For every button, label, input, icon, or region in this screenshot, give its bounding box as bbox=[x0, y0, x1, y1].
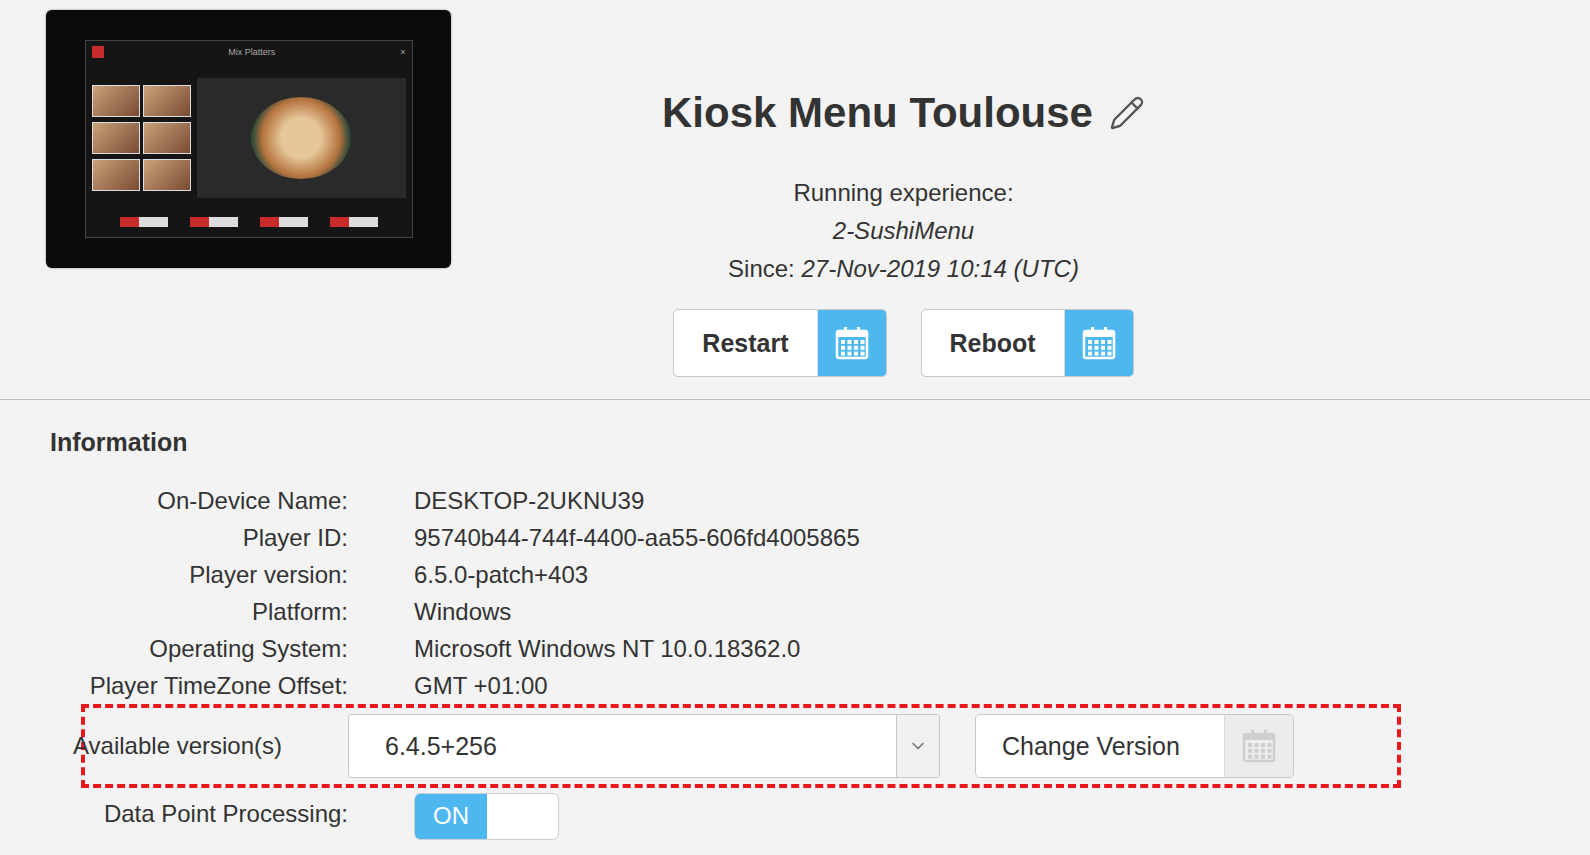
info-label: Operating System: bbox=[50, 635, 348, 663]
info-row: Platform: Windows bbox=[50, 593, 1590, 630]
action-button-label[interactable]: Restart bbox=[674, 310, 816, 376]
change-version-label[interactable]: Change Version bbox=[976, 715, 1224, 777]
preview-platter bbox=[197, 78, 406, 198]
info-label: On-Device Name: bbox=[50, 487, 348, 515]
preview-button bbox=[260, 217, 308, 227]
info-value: GMT +01:00 bbox=[414, 672, 1590, 700]
calendar-icon bbox=[1242, 729, 1276, 763]
player-page: Mix Platters × Kiosk Menu Toulouse Running … bbox=[0, 0, 1590, 855]
info-rows: On-Device Name: DESKTOP-2UKNU39 Player ID:… bbox=[50, 482, 1590, 840]
action-buttons: Restart Reboot bbox=[673, 309, 1133, 377]
info-row: Player version: 6.5.0-patch+403 bbox=[50, 556, 1590, 593]
info-label: Player TimeZone Offset: bbox=[50, 672, 348, 700]
preview-logo bbox=[92, 46, 104, 58]
preview-body bbox=[92, 63, 406, 213]
preview-tile bbox=[143, 122, 191, 154]
preview-tile bbox=[92, 122, 140, 154]
data-point-toggle[interactable]: ON bbox=[414, 793, 559, 840]
preview-close: × bbox=[400, 47, 405, 57]
platter-image bbox=[251, 97, 351, 179]
preview-button bbox=[190, 217, 238, 227]
version-selected: 6.4.5+256 bbox=[349, 732, 896, 761]
version-label: Available version(s) bbox=[85, 732, 282, 760]
player-summary: Kiosk Menu Toulouse Running experience:2-… bbox=[451, 10, 1590, 377]
dropdown-caret[interactable] bbox=[896, 715, 939, 777]
preview-top: Mix Platters × bbox=[92, 45, 406, 59]
calendar-icon bbox=[1082, 326, 1116, 360]
info-row: Player TimeZone Offset: GMT +01:00 bbox=[50, 667, 1590, 704]
pencil-icon[interactable] bbox=[1109, 95, 1145, 131]
preview-tiles bbox=[92, 85, 189, 191]
preview-bottom bbox=[92, 217, 406, 233]
action-button-label[interactable]: Reboot bbox=[922, 310, 1064, 376]
preview-tile bbox=[92, 85, 140, 117]
preview-tile bbox=[143, 159, 191, 191]
running-label: Running experience: bbox=[793, 174, 1013, 212]
info-label: Player version: bbox=[50, 561, 348, 589]
info-label: Data Point Processing: bbox=[50, 800, 348, 828]
info-row: Data Point Processing: ON bbox=[50, 788, 1590, 840]
schedule-button[interactable] bbox=[1224, 715, 1293, 777]
chevron-down-icon bbox=[908, 736, 928, 756]
info-value: 6.5.0-patch+403 bbox=[414, 561, 1590, 589]
player-name: Kiosk Menu Toulouse bbox=[662, 88, 1093, 138]
calendar-icon bbox=[835, 326, 869, 360]
preview-title: Mix Platters bbox=[228, 47, 275, 57]
player-meta: Running experience:2-SushiMenuSince: 27-… bbox=[728, 174, 1079, 288]
preview-button bbox=[330, 217, 378, 227]
info-value: Windows bbox=[414, 598, 1590, 626]
action-button[interactable]: Restart bbox=[673, 309, 886, 377]
preview-thumbnail: Mix Platters × bbox=[46, 10, 451, 268]
since-value: 27-Nov-2019 10:14 (UTC) bbox=[801, 255, 1078, 282]
info-label: Player ID: bbox=[50, 524, 348, 552]
info-row: Player ID: 95740b44-744f-4400-aa55-606fd4… bbox=[50, 519, 1590, 556]
action-button[interactable]: Reboot bbox=[921, 309, 1134, 377]
info-row: Operating System: Microsoft Windows NT 10… bbox=[50, 630, 1590, 667]
info-label: Platform: bbox=[50, 598, 348, 626]
preview-button bbox=[120, 217, 168, 227]
information-section: Information On-Device Name: DESKTOP-2UKNU3… bbox=[0, 400, 1590, 840]
schedule-button[interactable] bbox=[817, 310, 886, 376]
info-value: Microsoft Windows NT 10.0.18362.0 bbox=[414, 635, 1590, 663]
preview-screen: Mix Platters × bbox=[85, 40, 413, 238]
player-header: Mix Platters × Kiosk Menu Toulouse Running … bbox=[0, 0, 1590, 400]
preview-tile bbox=[92, 159, 140, 191]
info-row: On-Device Name: DESKTOP-2UKNU39 bbox=[50, 482, 1590, 519]
information-title: Information bbox=[50, 427, 1590, 457]
experience-name: 2-SushiMenu bbox=[833, 212, 974, 250]
info-value: 95740b44-744f-4400-aa55-606fd4005865 bbox=[414, 524, 1590, 552]
title-row: Kiosk Menu Toulouse bbox=[662, 88, 1145, 138]
preview-tile bbox=[143, 85, 191, 117]
info-value: DESKTOP-2UKNU39 bbox=[414, 487, 1590, 515]
version-select[interactable]: 6.4.5+256 bbox=[348, 714, 940, 778]
schedule-button[interactable] bbox=[1064, 310, 1133, 376]
toggle-state: ON bbox=[415, 794, 487, 839]
since-line: Since: 27-Nov-2019 10:14 (UTC) bbox=[728, 250, 1079, 288]
change-version-button[interactable]: Change Version bbox=[975, 714, 1294, 778]
version-highlight: Available version(s) 6.4.5+256 Change Vers… bbox=[81, 704, 1401, 788]
